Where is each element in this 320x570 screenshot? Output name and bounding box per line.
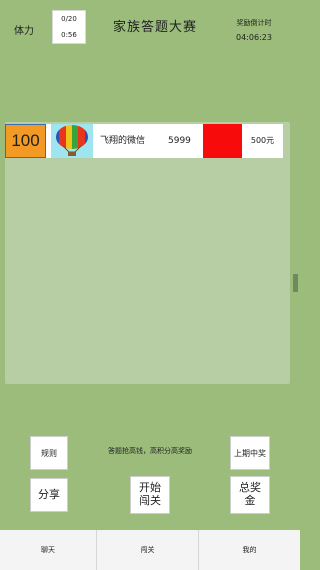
tab-challenge[interactable]: 闯关	[97, 530, 199, 570]
countdown-label: 奖励倒计时	[236, 19, 272, 27]
stamina-indicator: 0/20 0:56	[52, 10, 86, 44]
last-winners-button[interactable]: 上期中奖	[230, 436, 270, 470]
player-prize: 500元	[242, 124, 283, 158]
page-title: 家族答题大赛	[112, 20, 197, 35]
share-button[interactable]: 分享	[30, 478, 68, 512]
prize-highlight	[203, 124, 242, 158]
stamina-label: 体力	[14, 26, 34, 37]
player-score: 5999	[168, 136, 191, 146]
rules-button[interactable]: 规则	[30, 436, 68, 470]
leaderboard-panel	[5, 122, 290, 384]
tab-chat[interactable]: 聊天	[0, 530, 97, 570]
prize-pool-button[interactable]: 总奖 金	[230, 476, 270, 514]
stamina-count: 0/20	[61, 15, 77, 23]
scroll-handle[interactable]	[293, 274, 298, 292]
tab-profile[interactable]: 我的	[199, 530, 300, 570]
stamina-timer: 0:56	[61, 31, 77, 39]
avatar	[51, 124, 93, 158]
hint-text: 答题抢高钱，高积分高奖励	[108, 447, 192, 455]
start-challenge-button[interactable]: 开始 闯关	[130, 476, 170, 514]
hot-air-balloon-icon	[56, 125, 88, 156]
rank-badge: 100	[5, 124, 46, 158]
countdown-value: 04:06:23	[236, 33, 272, 42]
player-name: 飞翔的微信	[100, 136, 146, 146]
